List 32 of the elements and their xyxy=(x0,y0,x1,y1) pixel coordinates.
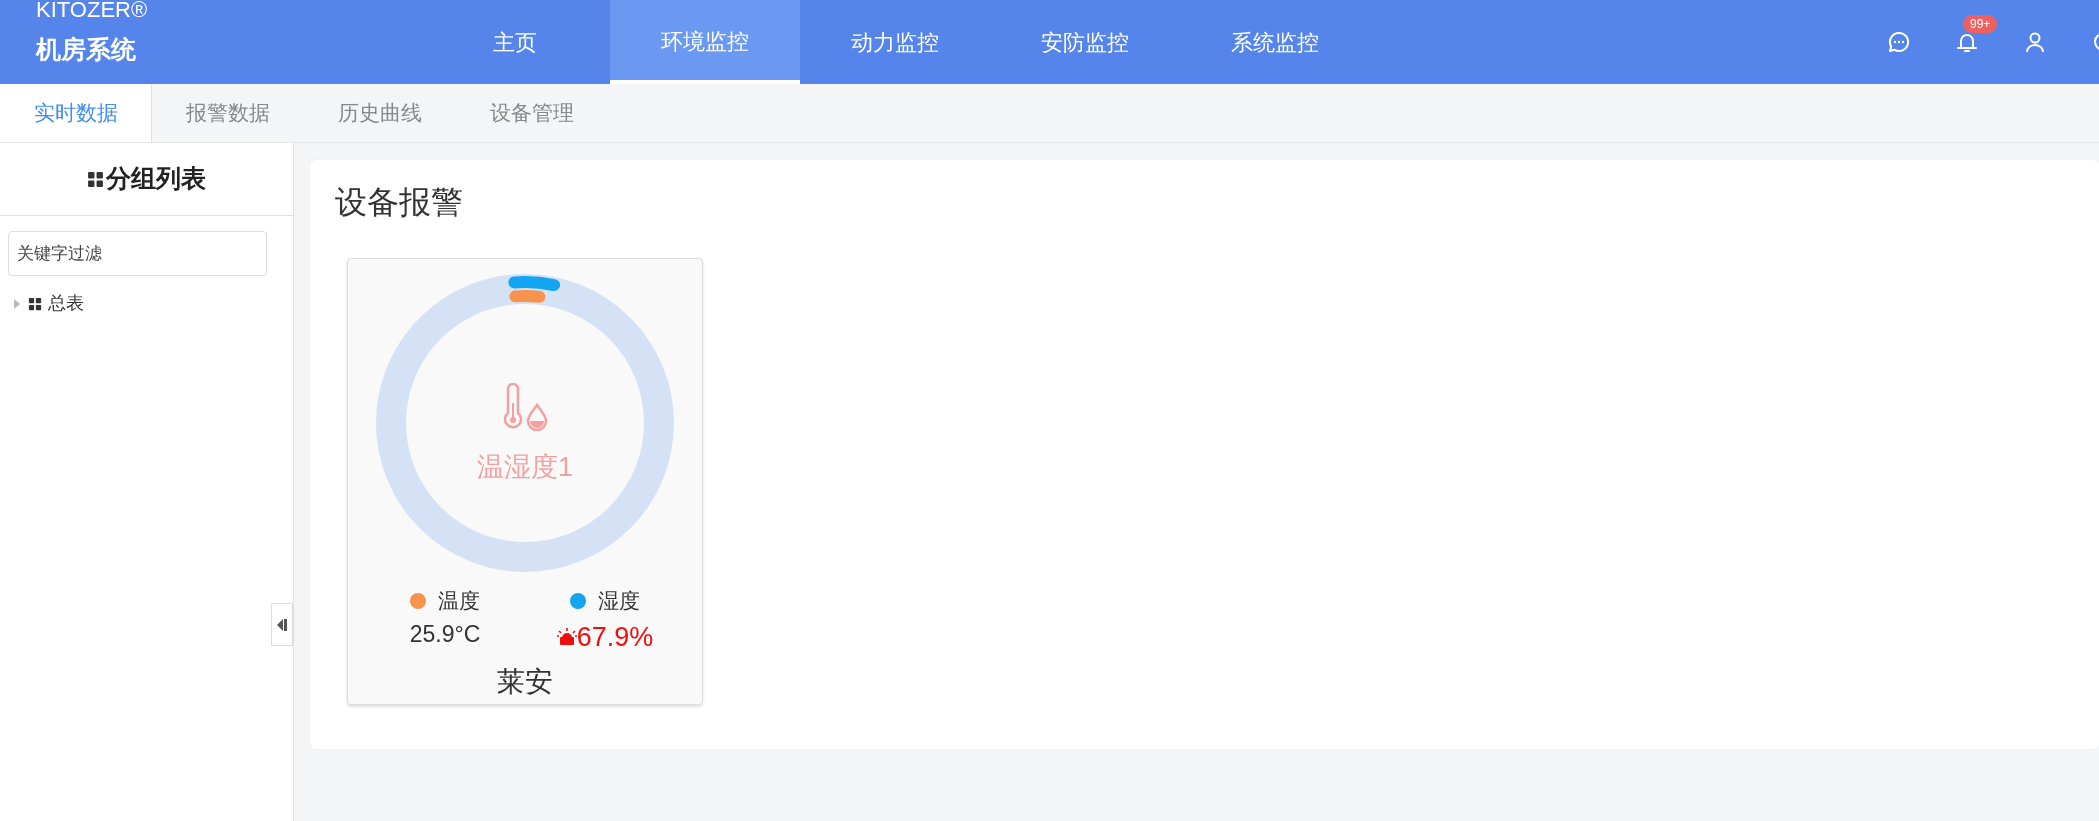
filter-field[interactable]: 关键字过滤 xyxy=(8,231,267,276)
reading-value: 67.9% xyxy=(576,620,654,654)
sub-tab[interactable]: 设备管理 xyxy=(456,84,608,142)
reading-label: 湿度 xyxy=(598,588,640,614)
chat-icon xyxy=(1887,30,1911,54)
grid-icon xyxy=(87,170,104,188)
collapse-arrow-icon xyxy=(276,617,288,632)
alarm-light-icon xyxy=(556,627,577,646)
reading-value: 25.9°C xyxy=(409,619,481,649)
nav-tab[interactable]: 动力监控 xyxy=(800,0,990,84)
notification-count: 99+ xyxy=(1963,15,1998,33)
tree-caret-icon[interactable] xyxy=(12,297,22,310)
collapse-handle[interactable] xyxy=(271,603,293,646)
panel-title: 设备报警 xyxy=(335,183,464,222)
brand-name: KITOZER® xyxy=(36,0,149,22)
nav-tab[interactable]: 主页 xyxy=(420,0,610,84)
grid-icon xyxy=(28,296,42,311)
sidebar-title: 分组列表 xyxy=(106,163,206,195)
sub-tab[interactable]: 历史曲线 xyxy=(304,84,456,142)
header-icon-button[interactable] xyxy=(1887,30,1911,54)
nav-tab[interactable]: 安防监控 xyxy=(990,0,1180,84)
nav-tab[interactable]: 系统监控 xyxy=(1180,0,1370,84)
nav-tab[interactable]: 环境监控 xyxy=(610,0,800,84)
device-name: 温湿度1 xyxy=(477,451,573,484)
reading-label: 温度 xyxy=(438,588,480,614)
device-location: 莱安 xyxy=(497,665,553,699)
app-title: 机房系统 xyxy=(36,34,137,64)
sub-tab[interactable]: 报警数据 xyxy=(152,84,304,142)
user-icon xyxy=(2023,30,2047,54)
sub-tab[interactable]: 实时数据 xyxy=(0,84,152,142)
tree-item[interactable]: 总表 xyxy=(48,290,84,317)
header-icon-button[interactable] xyxy=(2023,30,2047,54)
